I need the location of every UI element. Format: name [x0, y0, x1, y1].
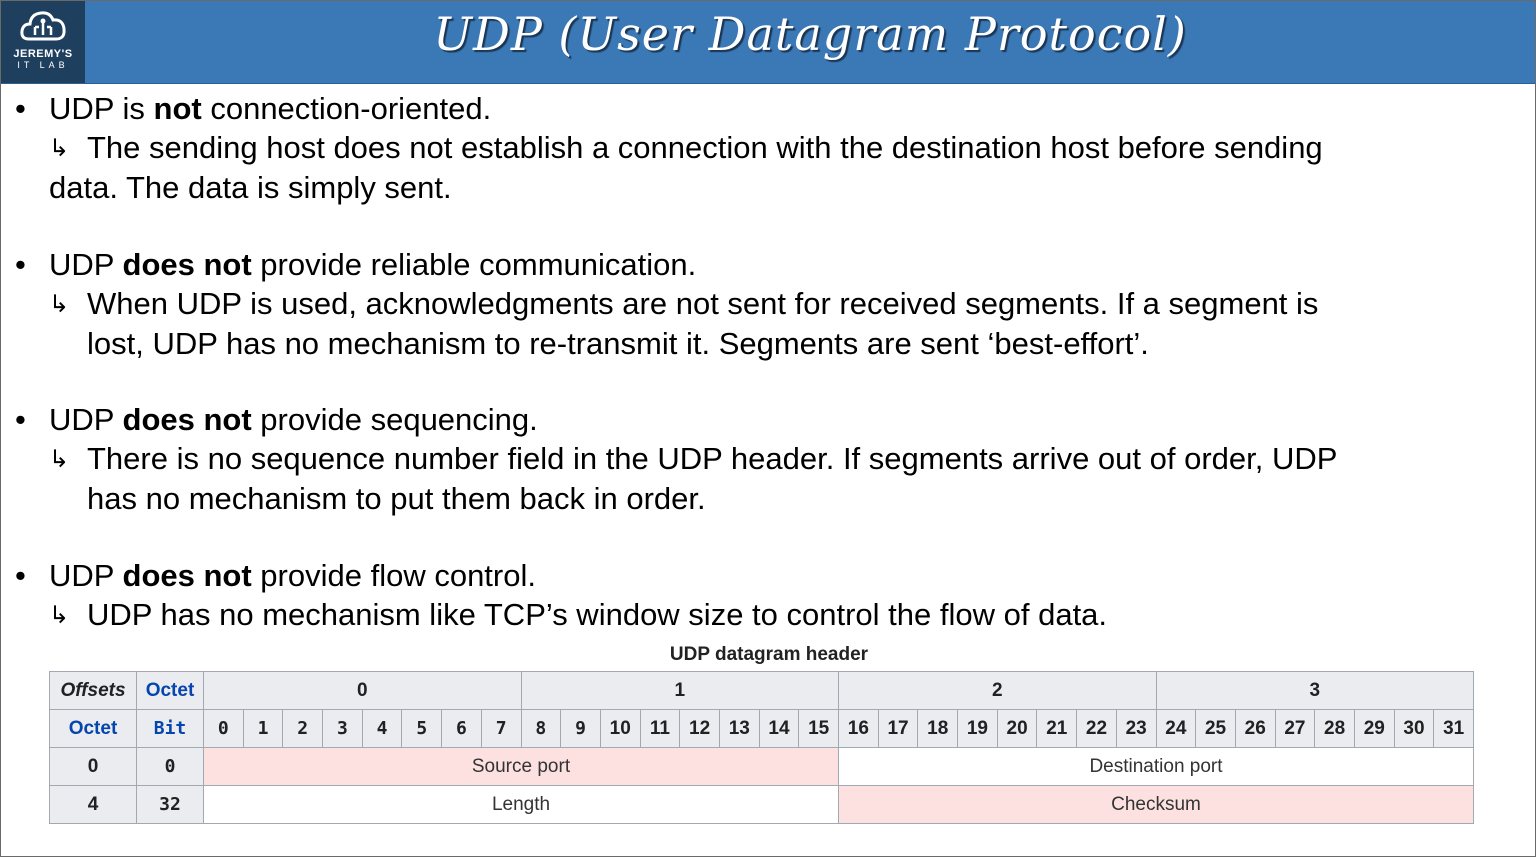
sub-arrow-icon: ↳ [49, 134, 70, 162]
bit-number-cell: 3 [322, 709, 363, 748]
table-row: 4 32 Length Checksum [49, 785, 1474, 824]
bit-number-cell: 24 [1155, 709, 1197, 748]
octet-number-cell: 0 [203, 671, 522, 710]
bit-number-cell: 30 [1393, 709, 1435, 748]
bit-offset-cell: 32 [136, 785, 204, 824]
bit-number-cell: 19 [957, 709, 998, 748]
table-row: Offsets Octet 0 1 2 3 [49, 671, 1474, 710]
bullet-heading-text: provide flow control. [251, 558, 536, 593]
length-field: Length [203, 785, 839, 824]
cloud-circuit-icon [20, 11, 66, 41]
bullet-heading-text: provide sequencing. [251, 402, 538, 437]
bit-number-cell: 17 [877, 709, 919, 748]
title-bar: JEREMY'S IT LAB UDP (User Datagram Proto… [1, 1, 1535, 84]
table-caption: UDP datagram header [669, 644, 869, 665]
sub-arrow-icon: ↳ [49, 601, 70, 629]
octet-number-cell: 1 [520, 671, 839, 710]
table-row: 0 0 Source port Destination port [49, 747, 1474, 786]
bit-number-cell: 2 [282, 709, 324, 748]
bit-number-cell: 10 [599, 709, 641, 748]
table-row: Octet Bit 0 1 2 3 4 5 6 7 8 9 10 11 12 13 14 15 16 17 18 19… [49, 709, 1474, 748]
slide-title: UDP (User Datagram Protocol) [433, 7, 1187, 61]
bit-number-cell: 29 [1353, 709, 1395, 748]
bullet-detail-line: UDP has no mechanism like TCP’s window s… [87, 597, 1108, 632]
bit-number-cell: 23 [1115, 709, 1157, 748]
bullet-detail-line: lost, UDP has no mechanism to re-transmi… [87, 326, 1149, 361]
bullet-heading-emphasis: does not [122, 247, 252, 282]
jeremys-it-lab-logo: JEREMY'S IT LAB [1, 1, 85, 83]
checksum-field: Checksum [838, 785, 1474, 824]
logo-text-top: JEREMY'S [13, 48, 73, 60]
bullet-heading-emphasis: does not [122, 402, 252, 437]
bullet-detail-line: has no mechanism to put them back in ord… [87, 481, 706, 516]
bullet-heading-emphasis: does not [122, 558, 252, 593]
bit-number-cell: 9 [560, 709, 601, 748]
bullet-heading-text: UDP [49, 402, 123, 437]
bullet-heading-emphasis: not [153, 91, 202, 126]
bit-number-cell: 20 [996, 709, 1038, 748]
bullet-heading-text: provide reliable communication. [251, 247, 697, 282]
bit-number-cell: 25 [1195, 709, 1236, 748]
bit-offset-cell: 0 [136, 747, 204, 786]
bullet-heading-text: UDP is [49, 91, 154, 126]
bullet-heading-text: UDP [49, 247, 123, 282]
bit-number-cell: 27 [1274, 709, 1316, 748]
sub-arrow-icon: ↳ [49, 445, 70, 473]
octet-number-cell: 3 [1155, 671, 1474, 710]
bit-number-cell: 0 [203, 709, 244, 748]
bullet-dot-icon: • [15, 91, 26, 126]
octet-header-link[interactable]: Octet [136, 671, 204, 710]
bit-number-cell: 14 [758, 709, 800, 748]
bit-number-cell: 28 [1314, 709, 1355, 748]
bit-number-cell: 21 [1036, 709, 1078, 748]
bit-number-cell: 4 [361, 709, 403, 748]
bullet-heading: UDP does not provide sequencing. [49, 400, 538, 439]
offsets-header: Offsets [49, 671, 137, 710]
bit-number-cell: 11 [639, 709, 681, 748]
bullet-detail: ↳ There is no sequence number field in th… [49, 439, 1499, 518]
bit-number-cell: 15 [798, 709, 839, 748]
bullet-detail: ↳ The sending host does not establish a c… [49, 128, 1499, 207]
bullet-dot-icon: • [15, 402, 26, 437]
bit-number-cell: 5 [401, 709, 443, 748]
bullet-heading-text: connection-oriented. [201, 91, 492, 126]
bit-number-cell: 31 [1433, 709, 1474, 748]
bullet-detail-line: When UDP is used, acknowledgments are no… [87, 286, 1319, 321]
bit-number-cell: 26 [1234, 709, 1276, 748]
source-port-field: Source port [203, 747, 839, 786]
bullet-detail-line: There is no sequence number field in the… [87, 441, 1338, 476]
destination-port-field: Destination port [838, 747, 1474, 786]
bullet-heading: UDP does not provide reliable communicat… [49, 245, 696, 284]
octet-number-cell: 2 [838, 671, 1157, 710]
bullet-heading: UDP is not connection-oriented. [49, 89, 491, 128]
bullet-heading-text: UDP [49, 558, 123, 593]
bit-number-cell: 18 [917, 709, 959, 748]
bullet-detail: ↳ UDP has no mechanism like TCP’s window … [49, 595, 1499, 635]
bullet-detail-line: The sending host does not establish a co… [87, 130, 1323, 165]
octet-offset-cell: 4 [49, 785, 137, 824]
bit-number-cell: 22 [1076, 709, 1117, 748]
bit-number-cell: 1 [242, 709, 284, 748]
bullet-detail: ↳ When UDP is used, acknowledgments are n… [49, 284, 1499, 363]
bit-number-cell: 7 [480, 709, 522, 748]
bit-number-cell: 8 [520, 709, 562, 748]
bit-number-cell: 6 [441, 709, 482, 748]
bullet-dot-icon: • [15, 247, 26, 282]
bit-number-cell: 16 [838, 709, 879, 748]
bit-number-cell: 13 [718, 709, 760, 748]
bullet-dot-icon: • [15, 558, 26, 593]
bullet-detail-line: data. The data is simply sent. [49, 170, 452, 205]
bullet-heading: UDP does not provide flow control. [49, 556, 536, 595]
octet-row-header-link[interactable]: Octet [49, 709, 137, 748]
udp-header-table: Offsets Octet 0 1 2 3 Octet Bit 01234567… [49, 671, 1474, 824]
logo-text-bottom: IT LAB [17, 60, 69, 70]
bit-header-link[interactable]: Bit [136, 709, 204, 748]
bit-number-cell: 12 [679, 709, 720, 748]
sub-arrow-icon: ↳ [49, 290, 70, 318]
octet-offset-cell: 0 [49, 747, 137, 786]
